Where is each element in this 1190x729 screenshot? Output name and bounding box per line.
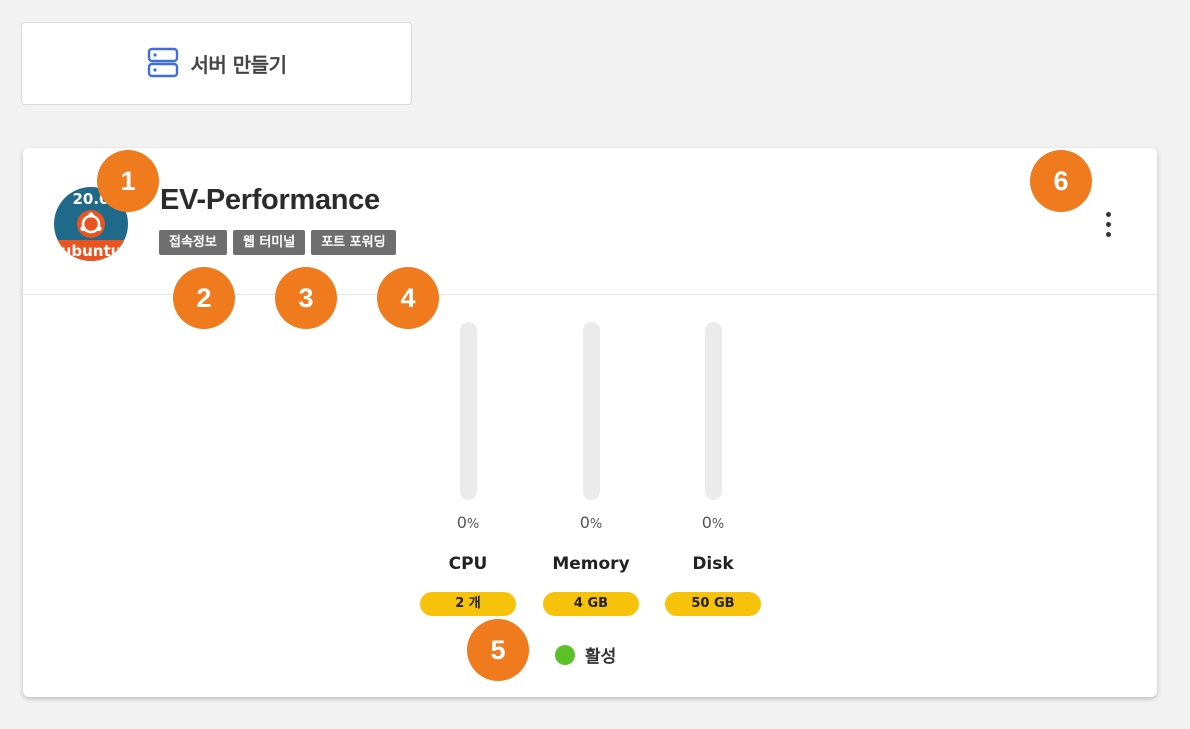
cpu-label: CPU [448,554,488,574]
memory-spec-badge: 4 GB [543,592,639,616]
memory-usage-percent: 0% [579,513,603,532]
annotation-callout-3: 3 [275,267,337,329]
server-action-tags: 접속정보 웹 터미널 포트 포워딩 [159,230,396,255]
server-stack-icon [147,46,179,82]
connection-info-button[interactable]: 접속정보 [159,230,227,255]
server-card: 20.0 ubuntu EV-Performance 접속정보 웹 터미널 포트… [23,148,1157,697]
create-server-label: 서버 만들기 [190,53,287,77]
web-terminal-button[interactable]: 웹 터미널 [232,230,306,255]
status-dot-icon [555,644,575,665]
annotation-callout-6: 6 [1030,150,1092,212]
cpu-spec-badge: 2 개 [420,592,516,616]
kebab-menu-icon[interactable] [1095,204,1121,244]
annotation-callout-5: 5 [467,619,529,681]
disk-usage-bar [705,322,722,500]
disk-spec-badge: 50 GB [665,592,761,616]
svg-text:ubuntu: ubuntu [61,242,122,260]
disk-label: Disk [692,554,734,574]
create-server-button[interactable]: 서버 만들기 [21,22,412,105]
status-label: 활성 [585,647,617,667]
annotation-callout-4: 4 [377,267,439,329]
memory-label: Memory [552,554,630,574]
cpu-usage-bar [460,322,477,500]
annotation-callout-1: 1 [97,150,159,212]
server-status: 활성 [555,642,616,667]
annotation-callout-2: 2 [173,267,235,329]
server-name: EV-Performance [160,184,380,216]
memory-usage-bar [583,322,600,500]
disk-usage-percent: 0% [701,513,725,532]
cpu-usage-percent: 0% [456,513,480,532]
port-forwarding-button[interactable]: 포트 포워딩 [311,230,396,255]
